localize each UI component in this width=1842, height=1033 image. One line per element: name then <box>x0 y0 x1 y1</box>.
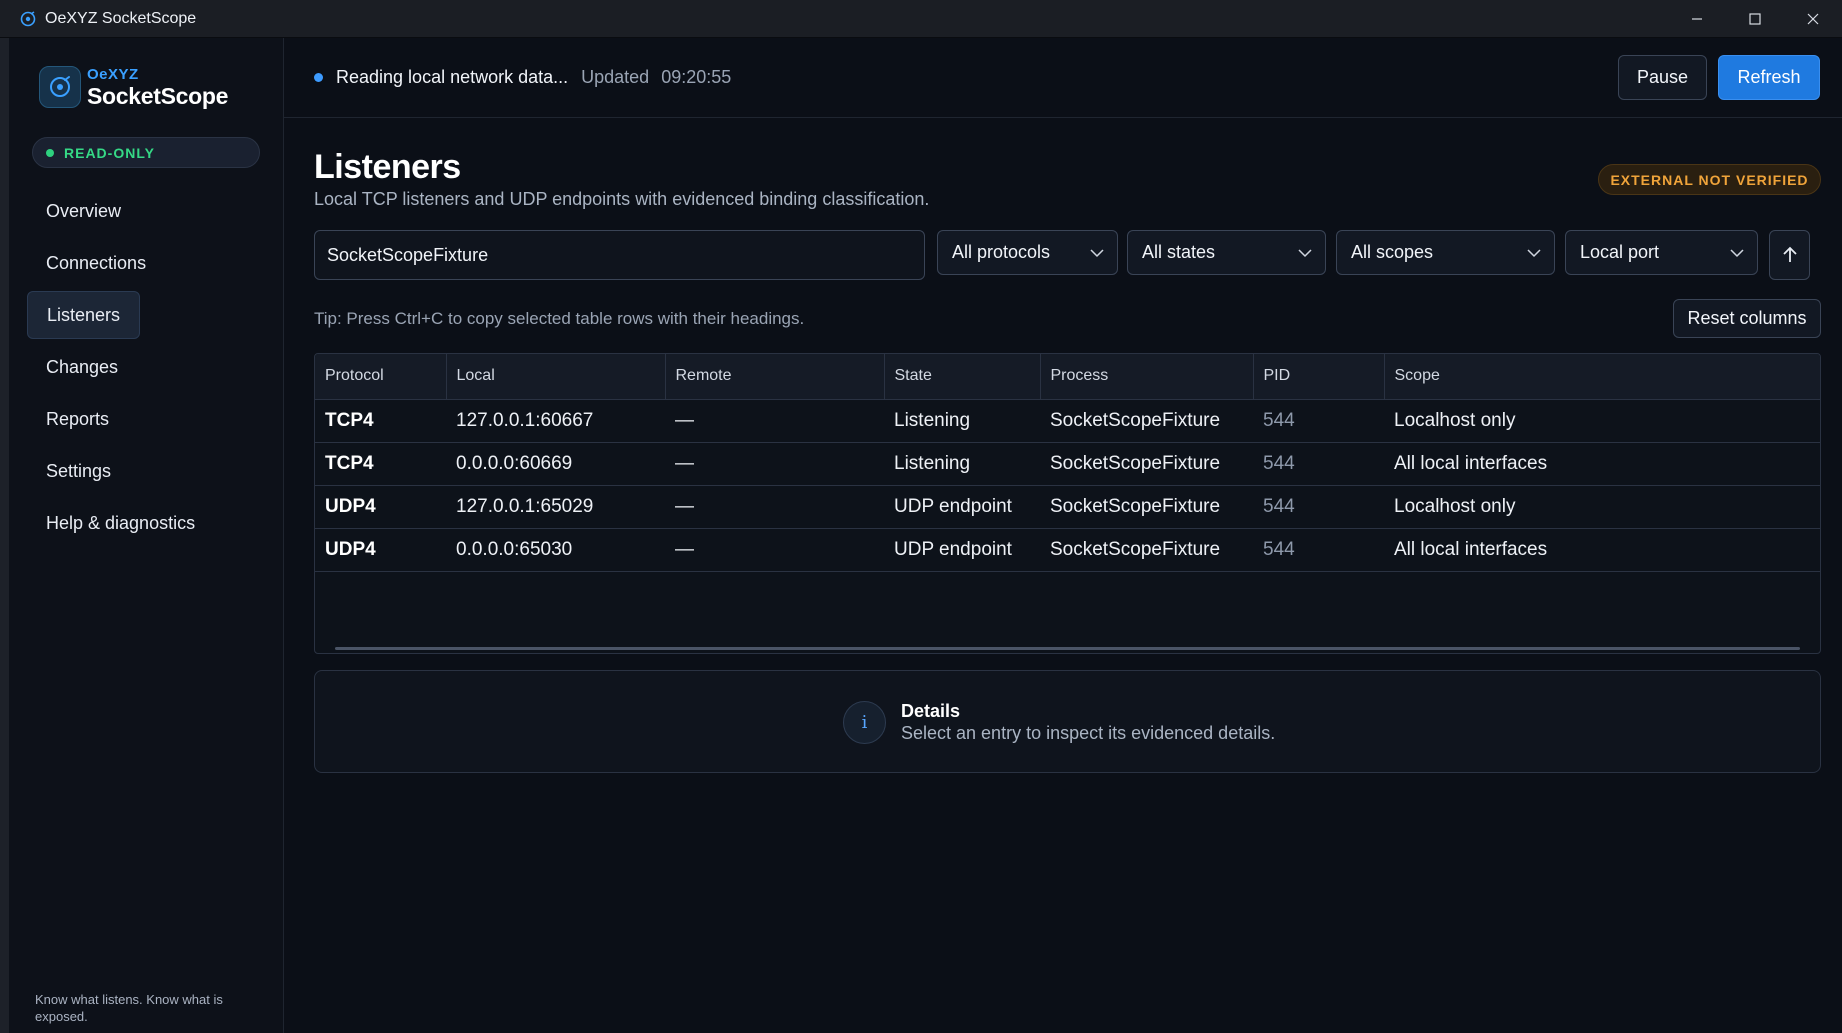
close-icon[interactable] <box>1784 0 1842 38</box>
cell-local: 127.0.0.1:65029 <box>446 485 665 529</box>
sidebar-item-settings[interactable]: Settings <box>27 447 275 495</box>
maximize-icon[interactable] <box>1726 0 1784 38</box>
details-panel: i Details Select an entry to inspect its… <box>314 670 1821 773</box>
cell-pid: 544 <box>1253 399 1384 443</box>
sidebar-item-reports[interactable]: Reports <box>27 395 275 443</box>
cell-protocol: UDP4 <box>315 485 446 529</box>
sidebar-item-connections[interactable]: Connections <box>27 239 275 287</box>
chevron-down-icon <box>1298 249 1312 258</box>
sort-field-select[interactable]: Local port <box>1565 230 1758 275</box>
column-header-remote[interactable]: Remote <box>665 354 885 400</box>
cell-remote: — <box>665 442 884 486</box>
details-title: Details <box>901 701 961 721</box>
status-text: Reading local network data... <box>336 67 569 87</box>
minimize-icon[interactable] <box>1668 0 1726 38</box>
cell-state: Listening <box>884 442 1040 486</box>
page-title: Listeners <box>314 148 461 186</box>
external-not-verified-badge: EXTERNAL NOT VERIFIED <box>1598 164 1821 195</box>
read-only-label: READ-ONLY <box>64 144 155 161</box>
table-row[interactable]: UDP4 127.0.0.1:65029 — UDP endpoint Sock… <box>315 485 1820 529</box>
status-indicator-icon <box>314 73 323 82</box>
copy-tip: Tip: Press Ctrl+C to copy selected table… <box>314 309 805 328</box>
cell-process: SocketScopeFixture <box>1040 528 1253 572</box>
sort-direction-button[interactable] <box>1769 230 1810 280</box>
column-header-local[interactable]: Local <box>446 354 666 400</box>
page-subtitle: Local TCP listeners and UDP endpoints wi… <box>314 189 930 209</box>
column-header-protocol[interactable]: Protocol <box>315 354 447 400</box>
brand-product: SocketScope <box>87 82 229 109</box>
protocol-filter-value: All protocols <box>952 242 1051 262</box>
cell-local: 0.0.0.0:65030 <box>446 528 665 572</box>
column-header-process[interactable]: Process <box>1040 354 1254 400</box>
column-header-scope[interactable]: Scope <box>1384 354 1820 400</box>
table-row[interactable]: TCP4 0.0.0.0:60669 — Listening SocketSco… <box>315 442 1820 486</box>
info-icon: i <box>843 701 886 744</box>
cell-remote: — <box>665 399 884 443</box>
brand: OeXYZ SocketScope <box>39 66 228 108</box>
refresh-button[interactable]: Refresh <box>1718 55 1820 100</box>
cell-process: SocketScopeFixture <box>1040 442 1253 486</box>
chevron-down-icon <box>1090 249 1104 258</box>
cell-pid: 544 <box>1253 528 1384 572</box>
sidebar-item-help[interactable]: Help & diagnostics <box>27 499 275 547</box>
cell-state: UDP endpoint <box>884 528 1040 572</box>
cell-local: 0.0.0.0:60669 <box>446 442 665 486</box>
column-header-pid[interactable]: PID <box>1253 354 1385 400</box>
reset-columns-button[interactable]: Reset columns <box>1673 299 1821 338</box>
chevron-down-icon <box>1730 249 1744 258</box>
protocol-filter-select[interactable]: All protocols <box>937 230 1118 275</box>
status-dot-icon <box>46 148 54 157</box>
table-header-row: Protocol Local Remote State Process PID … <box>315 354 1820 400</box>
cell-process: SocketScopeFixture <box>1040 399 1253 443</box>
chevron-down-icon <box>1527 249 1541 258</box>
cell-pid: 544 <box>1253 485 1384 529</box>
top-bar: Reading local network data... Updated 09… <box>284 38 1842 118</box>
cell-protocol: TCP4 <box>315 399 446 443</box>
cell-local: 127.0.0.1:60667 <box>446 399 665 443</box>
horizontal-scrollbar[interactable] <box>335 647 1800 650</box>
cell-scope: Localhost only <box>1384 485 1820 529</box>
app-icon <box>19 10 37 28</box>
brand-company: OeXYZ <box>87 65 139 83</box>
cell-pid: 544 <box>1253 442 1384 486</box>
scope-filter-select[interactable]: All scopes <box>1336 230 1555 275</box>
state-filter-select[interactable]: All states <box>1127 230 1326 275</box>
table-row[interactable]: TCP4 127.0.0.1:60667 — Listening SocketS… <box>315 399 1820 443</box>
pause-button[interactable]: Pause <box>1618 55 1707 100</box>
cell-remote: — <box>665 528 884 572</box>
sidebar-tagline: Know what listens. Know what is exposed. <box>35 992 223 1024</box>
window-title: OeXYZ SocketScope <box>45 9 197 27</box>
sidebar-nav: Overview Connections Listeners Changes R… <box>27 187 275 551</box>
state-filter-value: All states <box>1142 242 1216 262</box>
cell-process: SocketScopeFixture <box>1040 485 1253 529</box>
sort-field-value: Local port <box>1580 242 1660 262</box>
scope-filter-value: All scopes <box>1351 242 1434 262</box>
updated-time: 09:20:55 <box>661 67 732 87</box>
cell-protocol: UDP4 <box>315 528 446 572</box>
status-line: Reading local network data... Updated 09… <box>314 67 731 88</box>
sidebar-item-overview[interactable]: Overview <box>27 187 275 235</box>
sidebar: OeXYZ SocketScope READ-ONLY Overview Con… <box>0 38 284 1033</box>
title-bar: OeXYZ SocketScope <box>0 0 1842 38</box>
radar-logo-icon <box>39 66 81 108</box>
window-controls <box>1668 0 1842 38</box>
cell-scope: All local interfaces <box>1384 528 1820 572</box>
arrow-up-icon <box>1782 246 1797 262</box>
search-input[interactable] <box>314 230 925 280</box>
column-header-state[interactable]: State <box>884 354 1041 400</box>
cell-remote: — <box>665 485 884 529</box>
listeners-table: Protocol Local Remote State Process PID … <box>314 353 1821 654</box>
read-only-badge: READ-ONLY <box>32 137 260 168</box>
cell-state: UDP endpoint <box>884 485 1040 529</box>
cell-state: Listening <box>884 399 1040 443</box>
table-row[interactable]: UDP4 0.0.0.0:65030 — UDP endpoint Socket… <box>315 528 1820 572</box>
updated-label: Updated <box>581 67 650 87</box>
cell-protocol: TCP4 <box>315 442 446 486</box>
cell-scope: Localhost only <box>1384 399 1820 443</box>
sidebar-item-changes[interactable]: Changes <box>27 343 275 391</box>
sidebar-item-listeners[interactable]: Listeners <box>27 291 140 339</box>
details-hint: Select an entry to inspect its evidenced… <box>901 723 1276 743</box>
cell-scope: All local interfaces <box>1384 442 1820 486</box>
